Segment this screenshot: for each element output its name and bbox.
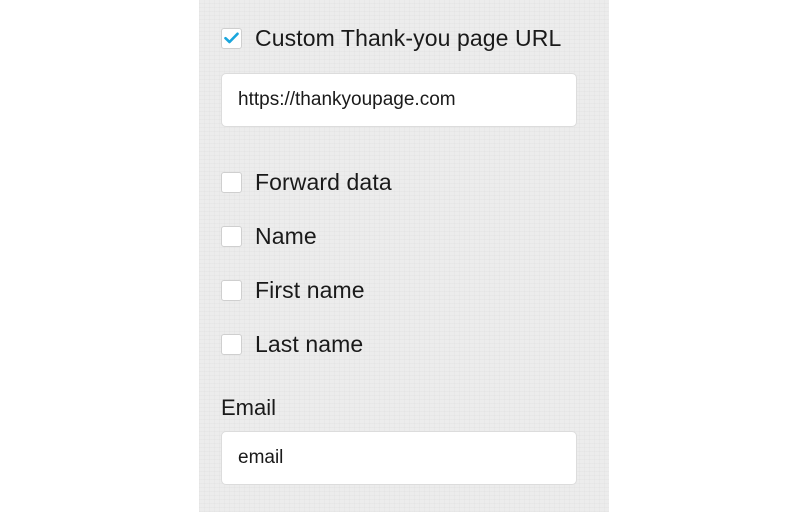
last-name-label: Last name [255,331,364,357]
email-field-label: Email [221,395,277,420]
forward-data-toggle[interactable]: Forward data [221,169,392,195]
custom-thankyou-url-label: Custom Thank-you page URL [255,25,562,51]
forward-data-label: Forward data [255,169,392,195]
first-name-checkbox[interactable] [221,279,242,301]
email-field[interactable] [221,431,577,485]
last-name-checkbox[interactable] [221,333,242,355]
first-name-label: First name [255,277,365,303]
check-icon [224,32,239,44]
form-panel: Custom Thank-you page URL Forward data N… [199,0,609,512]
last-name-toggle[interactable]: Last name [221,331,363,357]
name-label: Name [255,223,317,249]
name-checkbox[interactable] [221,225,242,247]
thankyou-url-input[interactable] [221,73,577,127]
forward-data-checkbox[interactable] [221,171,242,193]
name-toggle[interactable]: Name [221,223,317,249]
first-name-toggle[interactable]: First name [221,277,365,303]
custom-thankyou-url-checkbox[interactable] [221,27,242,49]
custom-thankyou-url-toggle[interactable]: Custom Thank-you page URL [221,25,561,51]
